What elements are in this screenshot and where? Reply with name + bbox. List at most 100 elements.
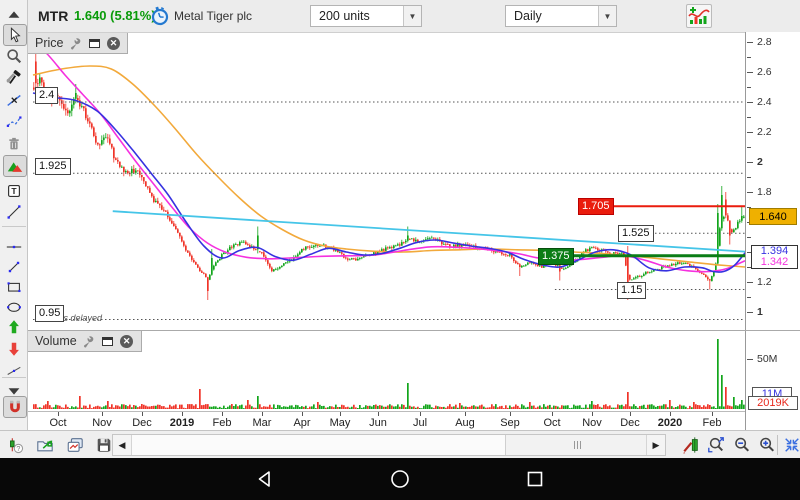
price-panel-title: Price (35, 36, 63, 50)
android-nav-bar (0, 458, 800, 500)
drawing-toolbar: T (0, 0, 28, 430)
save-icon[interactable] (93, 434, 115, 456)
axis-divider (28, 411, 745, 412)
scroll-left-icon[interactable]: ◀ (113, 435, 132, 455)
time-tick (302, 412, 303, 416)
price-tick-label: 2.4 (757, 96, 772, 108)
time-tick (182, 412, 183, 416)
close-icon[interactable]: ✕ (120, 335, 134, 348)
wrench-icon[interactable] (68, 37, 82, 50)
price-tick (747, 192, 753, 193)
time-tick (670, 412, 671, 416)
time-tick-label: Jun (369, 417, 387, 429)
fit-screen-icon[interactable] (781, 434, 800, 456)
chart-windows-icon[interactable] (64, 434, 86, 456)
add-indicator-button[interactable] (686, 4, 712, 28)
time-tick-label: Mar (253, 417, 272, 429)
price-tick-label: 1.2 (757, 276, 772, 288)
polyline-icon[interactable] (3, 112, 25, 132)
arrow-up-icon[interactable] (3, 317, 25, 337)
candle-edit-icon[interactable] (680, 434, 702, 456)
level-label-1.375[interactable]: 1.375 (538, 248, 574, 265)
price-tick-label: 1 (757, 306, 763, 318)
top-toolbar: MTR 1.640 (5.81%) Metal Tiger plc 200 un… (28, 0, 800, 33)
zoom-extents-icon[interactable] (705, 434, 727, 456)
time-tick-label: Aug (455, 417, 475, 429)
time-tick-label: Dec (620, 417, 640, 429)
price-axis[interactable]: 2.82.62.42.221.81.61.41.2150M (745, 32, 800, 430)
price-tick (747, 237, 751, 238)
price-tick (747, 162, 753, 163)
price-tick-label: 2.6 (757, 66, 772, 78)
time-tick (378, 412, 379, 416)
time-tick (552, 412, 553, 416)
zoom-in-icon[interactable] (756, 434, 778, 456)
volume-tick-label: 50M (757, 353, 777, 365)
ellipse-icon[interactable] (3, 297, 25, 317)
scrollbar-thumb[interactable] (505, 435, 648, 455)
time-tick-label: Dec (132, 417, 152, 429)
indicator-icon[interactable] (3, 155, 27, 177)
price-tick (747, 297, 751, 298)
open-chart-icon[interactable] (34, 434, 56, 456)
panel-divider[interactable] (28, 330, 800, 331)
price-tick (747, 42, 753, 43)
back-icon[interactable] (254, 468, 276, 490)
window-icon[interactable] (87, 37, 101, 50)
chevron-down-icon[interactable]: ▼ (403, 6, 421, 26)
time-axis[interactable]: OctNovDec2019FebMarAprMayJunJulAugSepOct… (28, 412, 745, 430)
home-icon[interactable] (389, 468, 411, 490)
line-cross-icon[interactable] (3, 90, 25, 110)
level-label-1.705[interactable]: 1.705 (578, 198, 614, 215)
level-label-1.15[interactable]: 1.15 (617, 282, 646, 299)
segment-icon[interactable] (3, 257, 25, 277)
time-tick (340, 412, 341, 416)
level-label-1.925[interactable]: 1.925 (35, 158, 71, 175)
close-icon[interactable]: ✕ (106, 37, 120, 50)
price-tick (747, 132, 753, 133)
timeframe-select[interactable]: Daily ▼ (505, 5, 617, 27)
price-panel-header: Price ✕ (28, 33, 128, 54)
zoom-out-icon[interactable] (731, 434, 753, 456)
magnet-icon[interactable] (3, 396, 27, 418)
scroll-up-icon[interactable] (3, 5, 25, 25)
time-tick-label: 2019 (170, 417, 194, 429)
angle-icon[interactable] (3, 360, 25, 380)
magnifier-icon[interactable] (3, 46, 25, 66)
units-select[interactable]: 200 units ▼ (310, 5, 422, 27)
time-tick-label: Nov (92, 417, 112, 429)
chevron-down-icon[interactable]: ▼ (598, 6, 616, 26)
timeframe-select-value: Daily (506, 9, 598, 23)
rect-icon[interactable] (3, 277, 25, 297)
candle-help-icon[interactable]: ? (4, 434, 26, 456)
level-label-0.95[interactable]: 0.95 (35, 305, 64, 322)
price-tick (747, 177, 751, 178)
ma-value-labels: 1.3941.342 (751, 245, 798, 269)
time-tick-label: May (330, 417, 351, 429)
trendline-icon[interactable] (3, 202, 25, 222)
volume-panel-header: Volume ✕ (28, 331, 142, 352)
pointer-icon[interactable] (3, 24, 27, 46)
text-icon[interactable]: T (3, 181, 25, 201)
current-price-label: 1.640 (749, 208, 797, 225)
svg-text:T: T (11, 186, 17, 196)
price-tick (747, 57, 751, 58)
time-tick (58, 412, 59, 416)
price-tick (747, 72, 753, 73)
window-icon[interactable] (101, 335, 115, 348)
price-tick (747, 312, 753, 313)
hline-icon[interactable] (3, 237, 25, 257)
trash-icon[interactable] (3, 134, 25, 154)
price-tick (747, 102, 753, 103)
wrench-icon[interactable] (82, 335, 96, 348)
bottom-toolbar: ◀ ▶ ? (0, 430, 800, 458)
arrow-down-icon[interactable] (3, 339, 25, 359)
recents-icon[interactable] (524, 468, 546, 490)
time-tick-label: Sep (500, 417, 520, 429)
time-tick (262, 412, 263, 416)
scroll-right-icon[interactable]: ▶ (646, 435, 665, 455)
level-label-2.4[interactable]: 2.4 (35, 87, 58, 104)
chart-scrollbar[interactable]: ◀ ▶ (112, 434, 666, 456)
tools-icon[interactable] (3, 68, 25, 88)
level-label-1.525[interactable]: 1.525 (618, 225, 654, 242)
